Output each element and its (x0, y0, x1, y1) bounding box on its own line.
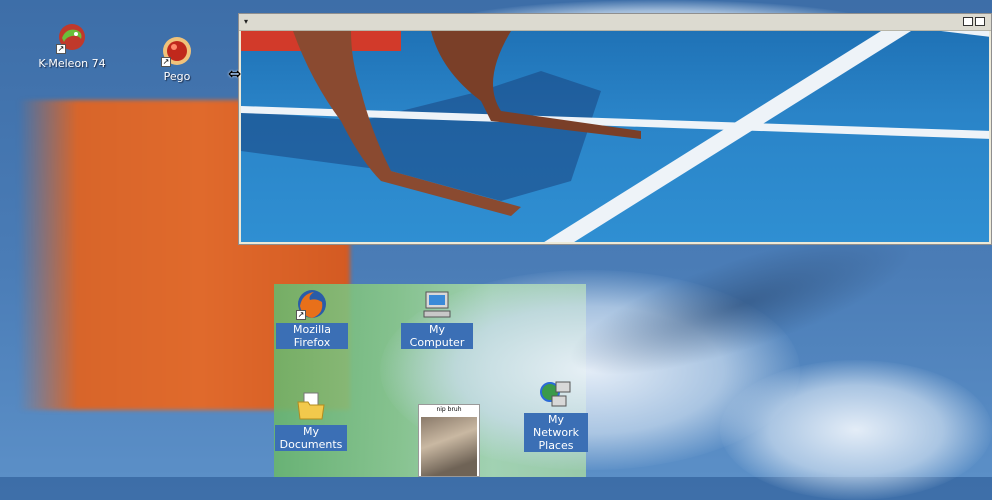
firefox-icon: ↗ (296, 288, 328, 320)
my-network-places-icon (540, 378, 572, 410)
shortcut-arrow-icon: ↗ (161, 57, 171, 67)
my-computer-icon (421, 288, 453, 320)
desktop-icon-my-computer[interactable]: My Computer (401, 288, 473, 349)
desktop-icon-label: My Network Places (524, 413, 588, 452)
desktop-icon-label: My Documents (275, 425, 347, 451)
desktop-icon-my-documents[interactable]: My Documents (275, 390, 347, 451)
image-thumbnail[interactable]: nip bruh (418, 404, 480, 477)
resize-cursor-icon: ⇔ (228, 64, 242, 83)
desktop-icon-my-network-places[interactable]: My Network Places (520, 378, 592, 452)
k-meleon-icon: ↗ (56, 22, 88, 54)
desktop-icon-label: My Computer (401, 323, 473, 349)
image-window[interactable]: ▾ (238, 13, 992, 245)
window-menu-arrow-icon[interactable]: ▾ (244, 17, 248, 26)
cat-photo (421, 417, 477, 476)
pego-icon: ↗ (161, 35, 193, 67)
desktop-icon-label: Mozilla Firefox (276, 323, 348, 349)
tile-icon[interactable] (975, 17, 985, 26)
desktop-icon-firefox[interactable]: ↗ Mozilla Firefox (276, 288, 348, 349)
desktop-icon-k-meleon[interactable]: ↗ K-Meleon 74 (36, 22, 108, 70)
thumbnail-caption: nip bruh (436, 406, 462, 413)
window-title-bar[interactable]: ▾ (239, 14, 991, 31)
sprinter-photo (241, 31, 989, 242)
desktop-icon-label: Pego (163, 70, 191, 83)
desktop-icon-label: K-Meleon 74 (38, 57, 106, 70)
wallpaper-cloud-right (720, 360, 992, 500)
shortcut-arrow-icon: ↗ (296, 310, 306, 320)
shortcut-arrow-icon: ↗ (56, 44, 66, 54)
restore-icon[interactable] (963, 17, 973, 26)
my-documents-icon (295, 390, 327, 422)
desktop-icon-pego[interactable]: ↗ Pego (141, 35, 213, 83)
